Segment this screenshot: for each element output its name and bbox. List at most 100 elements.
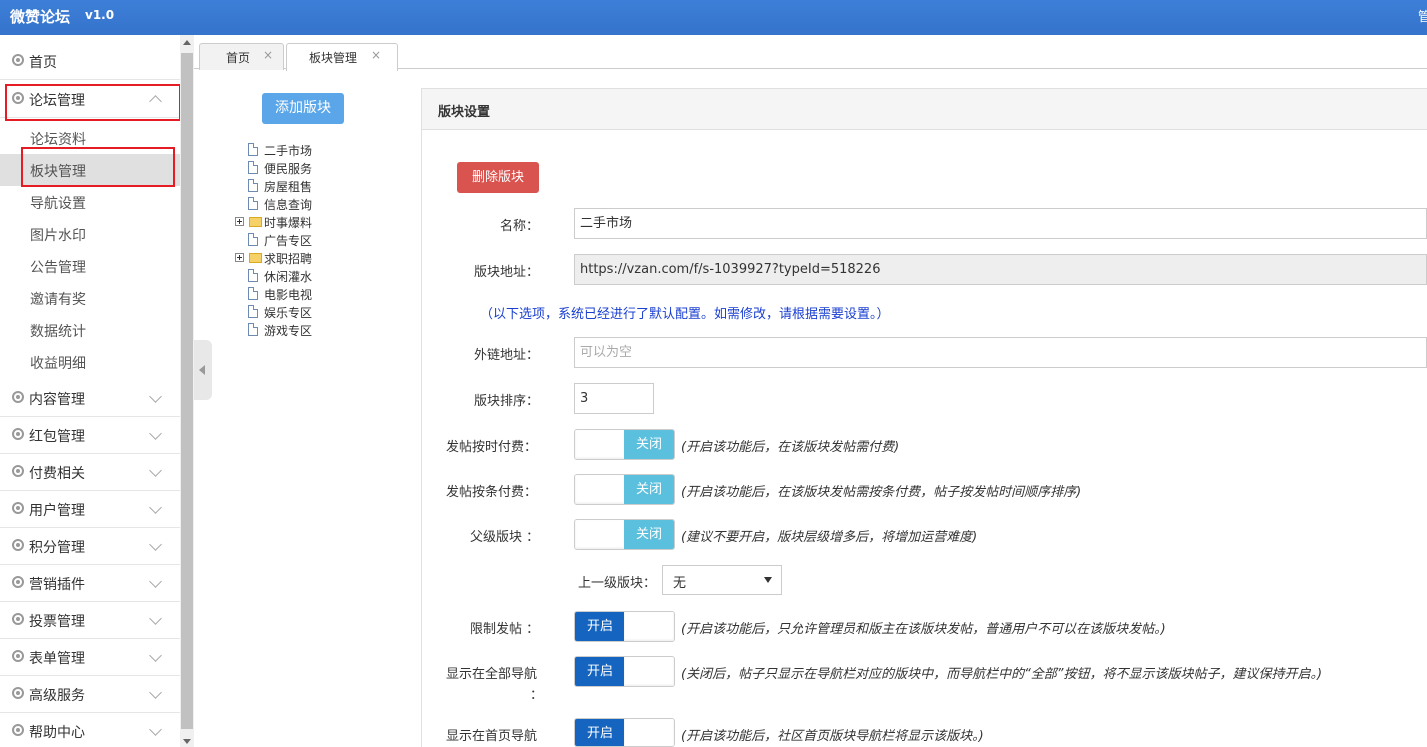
sidebar-subitem-label: 邀请有奖 [30, 292, 86, 308]
gear-icon [12, 687, 24, 699]
sidebar-item-label: 首页 [29, 55, 57, 71]
sidebar-group-content[interactable]: 内容管理 [0, 380, 180, 417]
sidebar-subitem-earnings[interactable]: 收益明细 [0, 346, 180, 378]
selected-value: 无 [673, 576, 687, 591]
folder-icon [249, 253, 262, 263]
parent-section-toggle[interactable]: 关闭 [574, 519, 675, 550]
sidebar-item-label: 表单管理 [29, 651, 85, 667]
scroll-down-icon[interactable] [183, 739, 191, 744]
show-all-nav-colon: ： [530, 688, 544, 703]
item-pay-hint: (开启该功能后，在该版块发帖需按条付费，帖子按发帖时间顺序排序) [681, 485, 1082, 500]
gear-icon [12, 650, 24, 662]
sidebar-item-label: 内容管理 [29, 392, 85, 408]
scroll-up-icon[interactable] [183, 40, 191, 45]
show-home-nav-toggle[interactable]: 开启 [574, 718, 675, 747]
sidebar-item-label: 积分管理 [29, 540, 85, 556]
external-link-field[interactable]: 可以为空 [574, 337, 1427, 368]
sidebar-subitem-nav-settings[interactable]: 导航设置 [0, 186, 180, 218]
sidebar-group-forms[interactable]: 表单管理 [0, 639, 180, 676]
name-field[interactable]: 二手市场 [574, 208, 1427, 239]
show-home-nav-label: 显示在首页导航 [446, 729, 538, 744]
highlight-box-forum-management [5, 84, 181, 121]
toggle-knob [624, 657, 674, 686]
tab-label: 首页 [226, 51, 251, 65]
document-icon [248, 197, 258, 210]
sidebar-subitem-label: 论坛资料 [30, 132, 86, 148]
sidebar-group-voting[interactable]: 投票管理 [0, 602, 180, 639]
chevron-down-icon [149, 464, 162, 477]
tree-node-label: 二手市场 [264, 144, 313, 158]
tab-home[interactable]: 首页 × [199, 43, 284, 70]
sidebar-group-payment[interactable]: 付费相关 [0, 454, 180, 491]
chevron-down-icon [149, 649, 162, 662]
toggle-knob [575, 430, 625, 459]
panel-header: 版块设置 [422, 89, 1427, 130]
document-icon [248, 323, 258, 336]
sidebar-group-points[interactable]: 积分管理 [0, 528, 180, 565]
close-icon[interactable]: × [371, 48, 381, 62]
sidebar-group-advanced[interactable]: 高级服务 [0, 676, 180, 713]
tab-section-management[interactable]: 板块管理 × [286, 43, 398, 71]
item-pay-toggle[interactable]: 关闭 [574, 474, 675, 505]
chevron-down-icon [149, 612, 162, 625]
upper-section-select[interactable]: 无 [662, 565, 782, 595]
sidebar-collapse-handle[interactable] [194, 340, 212, 400]
gear-icon [12, 724, 24, 736]
add-section-button[interactable]: 添加版块 [262, 93, 344, 124]
sidebar-scrollbar[interactable] [180, 35, 194, 747]
restrict-post-toggle[interactable]: 开启 [574, 611, 675, 642]
chevron-down-icon [149, 390, 162, 403]
section-settings-panel: 版块设置 [421, 88, 1427, 747]
show-home-nav-hint: (开启该功能后，社区首页版块导航栏将显示该版块。) [681, 729, 984, 744]
close-icon[interactable]: × [263, 48, 273, 62]
folder-icon [249, 217, 262, 227]
tree-node-label: 游戏专区 [264, 324, 313, 338]
show-all-nav-toggle[interactable]: 开启 [574, 656, 675, 687]
sidebar-group-marketing[interactable]: 营销插件 [0, 565, 180, 602]
item-pay-label: 发帖按条付费： [446, 485, 538, 500]
expand-icon[interactable] [235, 217, 244, 226]
sidebar-item-label: 营销插件 [29, 577, 85, 593]
toggle-knob [575, 475, 625, 504]
delete-section-button[interactable]: 删除版块 [457, 162, 539, 193]
gear-icon [12, 465, 24, 477]
sidebar-group-help[interactable]: 帮助中心 [0, 713, 180, 747]
sidebar-item-home[interactable]: 首页 [0, 43, 180, 80]
header-admin-link[interactable]: 管 [1418, 6, 1427, 25]
chevron-down-icon [149, 538, 162, 551]
tree-node-label: 广告专区 [264, 234, 313, 248]
toggle-knob [624, 612, 674, 641]
gear-icon [12, 54, 24, 66]
show-all-nav-hint: (关闭后，帖子只显示在导航栏对应的版块中，而导航栏中的“全部”按钮，将不显示该版… [681, 667, 1323, 682]
top-bar: 微赞论坛 v1.0 管 [0, 0, 1427, 35]
app-title: 微赞论坛 [10, 8, 71, 26]
url-field[interactable]: https://vzan.com/f/s-1039927?typeId=5182… [574, 254, 1427, 285]
tree-node-label: 便民服务 [264, 162, 313, 176]
order-field[interactable]: 3 [574, 383, 654, 414]
sidebar-subitem-invite-rewards[interactable]: 邀请有奖 [0, 282, 180, 314]
chevron-down-icon [149, 501, 162, 514]
tree-node-label: 电影电视 [264, 288, 313, 302]
gear-icon [12, 576, 24, 588]
toggle-state-label: 关闭 [624, 520, 674, 549]
upper-section-label: 上一级版块： [578, 576, 657, 591]
scrollbar-thumb[interactable] [181, 53, 193, 729]
sidebar-group-redpacket[interactable]: 红包管理 [0, 417, 180, 454]
chevron-down-icon [149, 686, 162, 699]
sidebar-subitem-label: 数据统计 [30, 324, 86, 340]
sidebar-item-label: 付费相关 [29, 466, 85, 482]
tree-node-label: 信息查询 [264, 198, 313, 212]
sidebar-subitem-label: 图片水印 [30, 228, 86, 244]
sidebar-subitem-announcements[interactable]: 公告管理 [0, 250, 180, 282]
sidebar-group-users[interactable]: 用户管理 [0, 491, 180, 528]
sidebar-subitem-label: 导航设置 [30, 196, 86, 212]
expand-icon[interactable] [235, 253, 244, 262]
tab-bar: 首页 × 板块管理 × [194, 35, 1427, 71]
timed-pay-toggle[interactable]: 关闭 [574, 429, 675, 460]
tree-node-label: 求职招聘 [264, 252, 313, 266]
sidebar-subitem-statistics[interactable]: 数据统计 [0, 314, 180, 346]
gear-icon [12, 502, 24, 514]
sidebar-subitem-watermark[interactable]: 图片水印 [0, 218, 180, 250]
toggle-knob [575, 520, 625, 549]
external-link-label: 外链地址： [474, 348, 540, 363]
